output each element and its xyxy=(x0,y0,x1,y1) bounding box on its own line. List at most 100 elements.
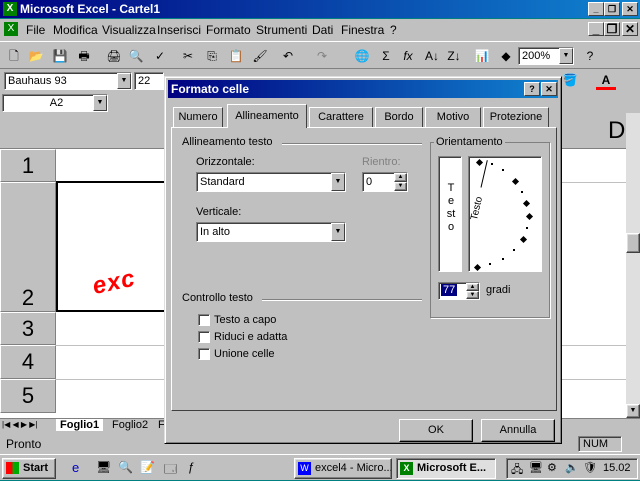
quicklaunch-icon[interactable]: ƒ xyxy=(188,460,195,474)
tab-scroll-icon[interactable]: |◀ ◀ ▶ ▶| xyxy=(2,420,37,429)
merge-cells-label[interactable]: Unione celle xyxy=(214,348,275,360)
tray-settings-icon[interactable]: ⚙ xyxy=(547,461,557,474)
font-combo[interactable]: Bauhaus 93 ▼ xyxy=(4,72,132,90)
row-header-1[interactable]: 1 xyxy=(0,149,56,182)
degrees-spinner[interactable]: 77 ▲ ▼ xyxy=(438,282,480,300)
close-button[interactable]: ✕ xyxy=(622,2,638,16)
menu-formato[interactable]: Formato xyxy=(206,23,251,37)
explorer-icon[interactable]: 🔍 xyxy=(118,460,133,474)
chevron-down-icon[interactable]: ▼ xyxy=(559,48,573,64)
format-painter-icon[interactable]: 🖌 xyxy=(250,46,270,66)
wrap-text-checkbox[interactable] xyxy=(198,314,210,326)
row-header-5[interactable]: 5 xyxy=(0,379,56,413)
sort-descending-icon[interactable]: Z↓ xyxy=(444,46,464,66)
chevron-down-icon[interactable]: ▼ xyxy=(93,95,107,111)
app-icon[interactable]: 🗔 xyxy=(164,460,177,481)
chevron-down-icon[interactable]: ▼ xyxy=(117,73,131,89)
task-microsoft-excel[interactable]: X Microsoft E... xyxy=(396,458,496,479)
menu-help[interactable]: ? xyxy=(390,23,397,37)
restore-button[interactable]: ❐ xyxy=(604,2,620,16)
ie-icon[interactable]: e xyxy=(72,460,79,475)
tab-carattere[interactable]: Carattere xyxy=(309,107,373,127)
save-icon[interactable]: 💾 xyxy=(50,46,70,66)
help-icon[interactable]: ? xyxy=(580,46,600,66)
sheet-tab-foglio1[interactable]: Foglio1 xyxy=(56,419,104,431)
open-icon[interactable]: 📂 xyxy=(26,46,46,66)
vertical-scrollbar[interactable]: ▼ xyxy=(626,113,640,418)
spin-down-icon[interactable]: ▼ xyxy=(394,182,407,191)
window-title-bar[interactable]: X Microsoft Excel - Cartel1 _ ❐ ✕ xyxy=(0,0,640,18)
doc-close-button[interactable]: ✕ xyxy=(622,22,638,36)
function-icon[interactable]: fx xyxy=(398,46,418,66)
merge-cells-checkbox[interactable] xyxy=(198,348,210,360)
undo-icon[interactable]: ↶ xyxy=(278,46,298,66)
fill-color-icon[interactable]: 🪣 xyxy=(560,70,580,90)
spelling-icon[interactable]: ✓ xyxy=(150,46,170,66)
wrap-text-label[interactable]: Testo a capo xyxy=(214,314,276,326)
column-header-d[interactable]: D xyxy=(608,117,625,145)
menu-modifica[interactable]: Modifica xyxy=(53,23,98,37)
scroll-thumb[interactable] xyxy=(626,233,640,253)
dialog-help-button[interactable]: ? xyxy=(524,82,540,96)
font-size-combo[interactable]: 22 xyxy=(134,72,164,90)
notepad-icon[interactable]: 📝 xyxy=(140,460,155,474)
menu-finestra[interactable]: Finestra xyxy=(341,23,384,37)
paste-icon[interactable]: 📋 xyxy=(226,46,246,66)
sort-ascending-icon[interactable]: A↓ xyxy=(422,46,442,66)
tray-network-icon[interactable]: 🖧 xyxy=(511,461,523,480)
menu-dati[interactable]: Dati xyxy=(312,23,333,37)
start-button[interactable]: Start xyxy=(2,458,56,479)
menu-inserisci[interactable]: Inserisci xyxy=(157,23,201,37)
row-header-4[interactable]: 4 xyxy=(0,345,56,379)
dialog-close-button[interactable]: ✕ xyxy=(541,82,557,96)
shrink-to-fit-checkbox[interactable] xyxy=(198,331,210,343)
drawing-icon[interactable]: ◆ xyxy=(496,46,516,66)
tray-antivirus-icon[interactable]: 🛡 xyxy=(583,461,597,474)
chevron-down-icon[interactable]: ▼ xyxy=(331,173,345,191)
redo-icon[interactable]: ↷ xyxy=(312,46,332,66)
dialog-title-bar[interactable]: Formato celle ? ✕ xyxy=(168,80,558,98)
horizontal-select[interactable]: Standard ▼ xyxy=(196,172,346,192)
orientation-dial[interactable]: Testo xyxy=(468,156,542,272)
tab-numero[interactable]: Numero xyxy=(173,107,223,127)
menu-file[interactable]: File xyxy=(26,23,45,37)
tray-monitor-icon[interactable]: 🖥 xyxy=(529,461,543,474)
font-color-icon[interactable]: A xyxy=(596,70,616,90)
cut-icon[interactable]: ✂ xyxy=(178,46,198,66)
scroll-down-button[interactable]: ▼ xyxy=(626,404,640,418)
chart-wizard-icon[interactable]: 📊 xyxy=(472,46,492,66)
menu-strumenti[interactable]: Strumenti xyxy=(256,23,307,37)
ok-button[interactable]: OK xyxy=(399,419,473,442)
tab-bordo[interactable]: Bordo xyxy=(375,107,423,127)
minimize-button[interactable]: _ xyxy=(588,2,604,16)
task-excel4[interactable]: W excel4 - Micro... xyxy=(294,458,392,479)
menu-visualizza[interactable]: Visualizza xyxy=(102,23,156,37)
spin-up-icon[interactable]: ▲ xyxy=(394,173,407,182)
hyperlink-icon[interactable]: 🌐 xyxy=(352,46,372,66)
name-box[interactable]: A2 ▼ xyxy=(2,94,108,112)
tray-volume-icon[interactable]: 🔈 xyxy=(565,461,579,474)
doc-restore-button[interactable]: ❐ xyxy=(604,22,620,36)
workbook-icon[interactable]: X xyxy=(4,22,18,36)
sheet-tab-foglio2[interactable]: Foglio2 xyxy=(108,419,152,431)
new-icon[interactable]: 🗋 xyxy=(4,46,24,66)
row-header-3[interactable]: 3 xyxy=(0,312,56,345)
tab-protezione[interactable]: Protezione xyxy=(483,107,549,127)
spin-down-icon[interactable]: ▼ xyxy=(466,291,479,299)
print-icon[interactable]: 🖨 xyxy=(104,46,124,66)
tab-allineamento[interactable]: Allineamento xyxy=(227,104,307,128)
vertical-select[interactable]: In alto ▼ xyxy=(196,222,346,242)
row-header-2[interactable]: 2 xyxy=(0,182,56,312)
tab-motivo[interactable]: Motivo xyxy=(425,107,481,127)
preview-icon[interactable]: 🔍 xyxy=(126,46,146,66)
zoom-combo[interactable]: 200% ▼ xyxy=(518,47,574,65)
desktop-icon[interactable]: 🖥 xyxy=(96,460,111,474)
copy-icon[interactable]: ⎘ xyxy=(202,46,222,66)
spin-up-icon[interactable]: ▲ xyxy=(466,283,479,291)
shrink-to-fit-label[interactable]: Riduci e adatta xyxy=(214,331,287,343)
print-preview-icon[interactable]: 🖶 xyxy=(74,46,94,66)
doc-minimize-button[interactable]: _ xyxy=(588,22,604,36)
chevron-down-icon[interactable]: ▼ xyxy=(331,223,345,241)
indent-spinner[interactable]: 0 ▲ ▼ xyxy=(362,172,408,192)
tray-clock[interactable]: 15.02 xyxy=(603,462,631,474)
